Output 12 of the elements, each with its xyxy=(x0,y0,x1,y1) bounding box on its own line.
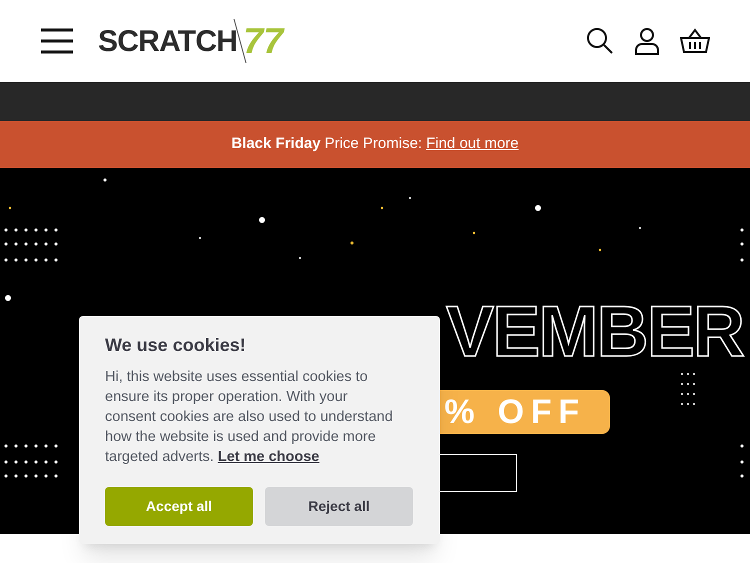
promo-title: Black Friday xyxy=(231,134,321,154)
choose-link[interactable]: Let me choose xyxy=(218,449,320,465)
menu-icon[interactable] xyxy=(40,28,74,54)
promo-text: Price Promise: xyxy=(324,134,422,154)
user-icon[interactable] xyxy=(634,27,660,55)
logo[interactable]: SCRATCH 77 xyxy=(98,14,284,68)
reject-button[interactable]: Reject all xyxy=(265,487,413,526)
search-icon[interactable] xyxy=(586,27,614,55)
promo-link[interactable]: Find out more xyxy=(426,133,519,156)
dialog-title: We use cookies! xyxy=(105,334,247,357)
hero-title-outline: VEMBER xyxy=(446,296,744,368)
basket-icon[interactable] xyxy=(680,28,710,54)
